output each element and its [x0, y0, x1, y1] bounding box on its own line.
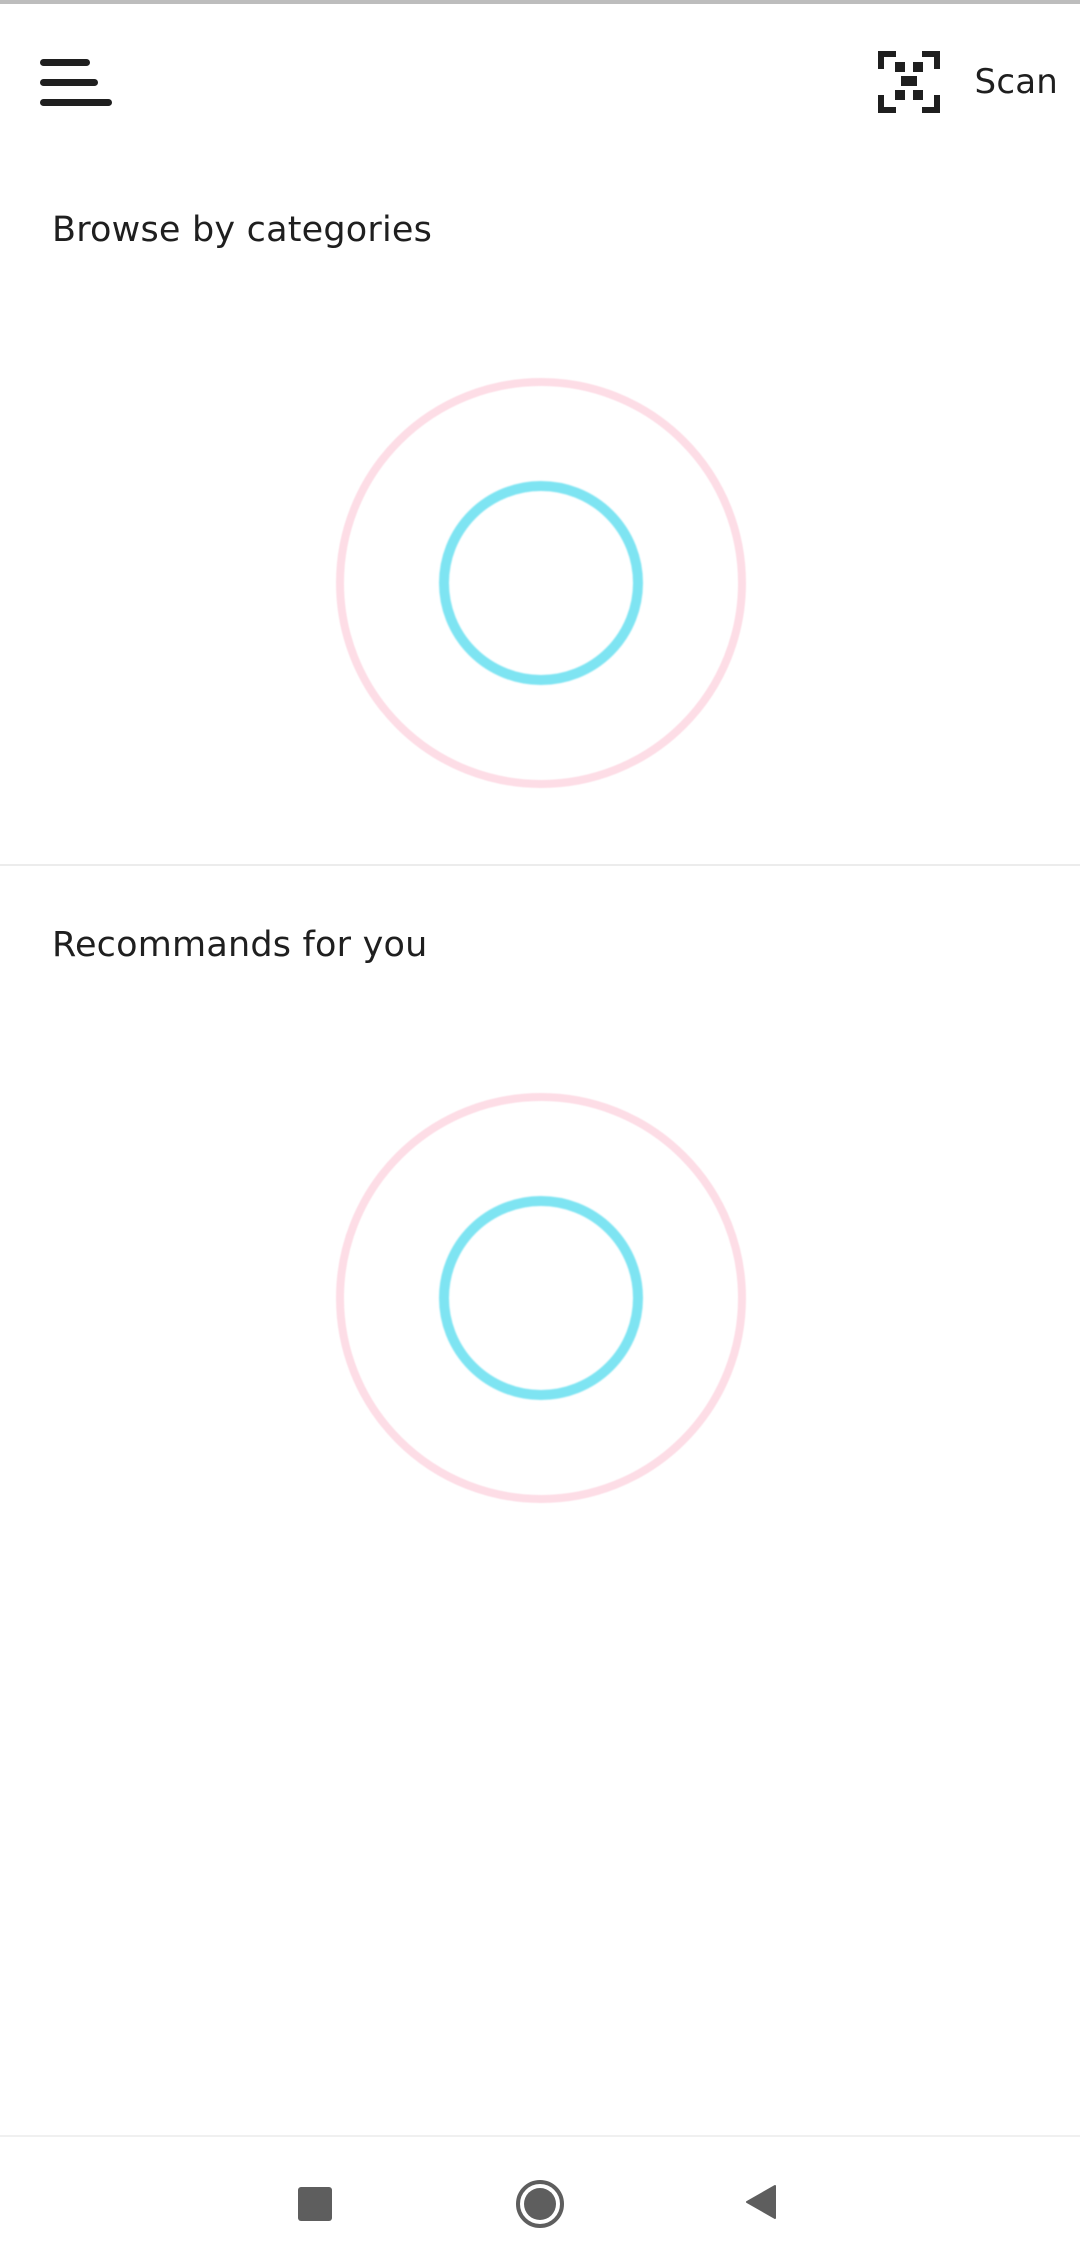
categories-loading-spinner — [336, 378, 746, 788]
home-icon-dot — [524, 2188, 556, 2220]
scan-button[interactable]: Scan — [877, 42, 1058, 122]
back-button[interactable] — [716, 2159, 806, 2249]
hamburger-menu-icon-line — [40, 79, 98, 86]
spinner-inner-ring — [439, 481, 643, 685]
triangle-back-icon — [741, 2182, 781, 2226]
spinner-inner-ring — [439, 1196, 643, 1400]
circle-home-icon — [516, 2180, 564, 2228]
recommendations-loading-spinner — [336, 1093, 746, 1503]
qr-scan-icon — [877, 50, 941, 114]
scan-label: Scan — [974, 62, 1058, 102]
home-button[interactable] — [495, 2159, 585, 2249]
section-title-browse-by-categories: Browse by categories — [52, 210, 433, 250]
square-recents-icon — [298, 2187, 332, 2221]
menu-button[interactable] — [26, 42, 116, 122]
hamburger-menu-icon-line — [40, 99, 112, 106]
app-bar: Scan — [0, 4, 1080, 154]
system-navigation-bar — [0, 2135, 1080, 2266]
section-divider — [0, 864, 1080, 866]
section-title-recommands-for-you: Recommands for you — [52, 925, 428, 965]
recents-button[interactable] — [270, 2159, 360, 2249]
hamburger-menu-icon — [40, 59, 90, 66]
